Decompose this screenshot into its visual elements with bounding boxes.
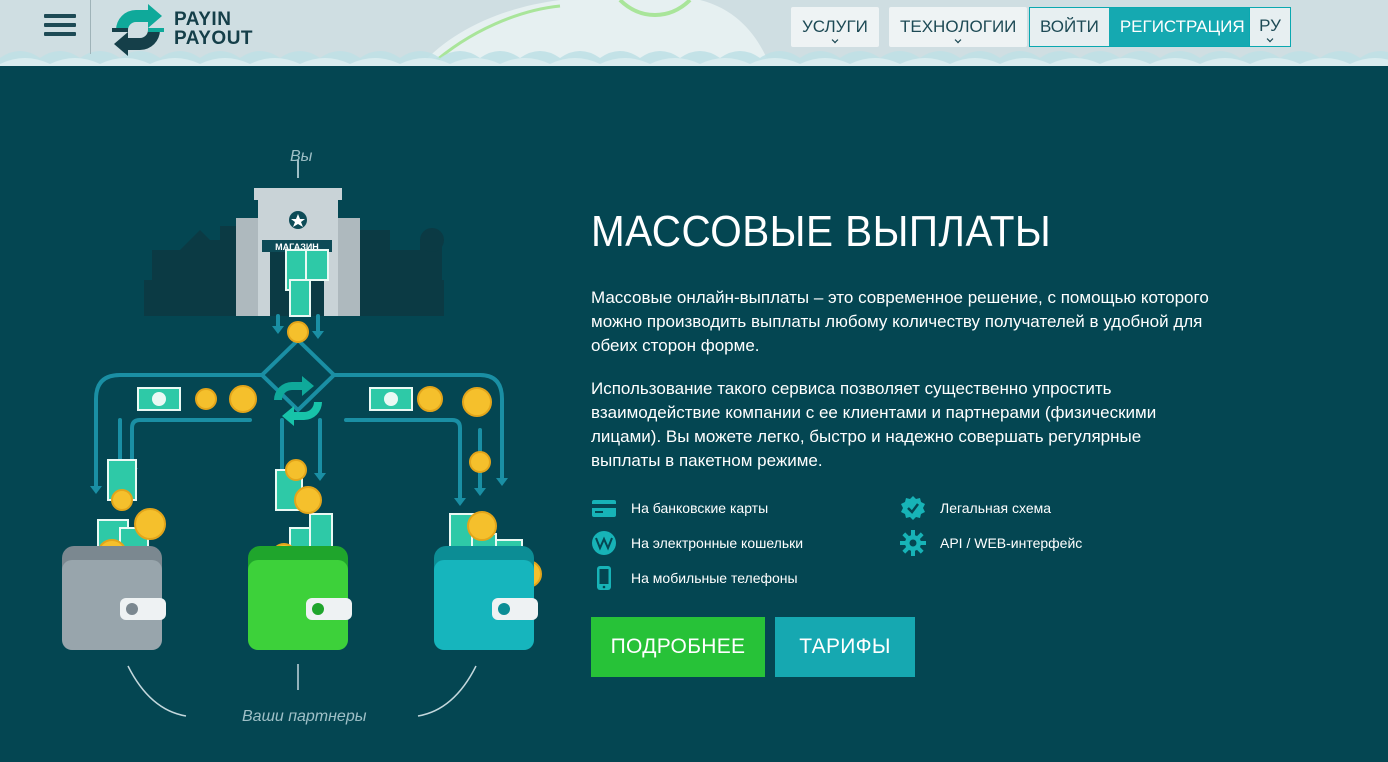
logo-arrows-icon [112, 4, 164, 56]
mass-payout-illustration: Вы Ваши партнеры МАГАЗИН [40, 130, 560, 750]
feature-legal: Легальная схема [900, 493, 1051, 523]
mobile-phone-icon [597, 566, 611, 590]
chevron-down-icon [1266, 35, 1274, 43]
description-paragraph-1: Массовые онлайн-выплаты – это современно… [591, 288, 1209, 355]
verified-badge-icon [901, 496, 925, 520]
nav-technologies-label: ТЕХНОЛОГИИ [900, 17, 1017, 36]
feature-list: На банковские карты На электронные кошел… [591, 493, 1231, 603]
site-header: PAYIN PAYOUT УСЛУГИ ТЕХНОЛОГИИ ВОЙТИ РЕГ… [0, 0, 1388, 66]
logo-line-2: PAYOUT [174, 28, 254, 49]
webmoney-icon [592, 531, 616, 555]
feature-label: Легальная схема [940, 500, 1052, 516]
page-title: МАССОВЫЕ ВЫПЛАТЫ [591, 207, 1052, 256]
nav-technologies-button[interactable]: ТЕХНОЛОГИИ [889, 7, 1028, 47]
flow-diagram: МАГАЗИН [62, 160, 542, 717]
main-content: МАССОВЫЕ ВЫПЛАТЫ Массовые онлайн-выплаты… [591, 200, 1231, 603]
feature-api: API / WEB-интерфейс [900, 528, 1082, 558]
feature-label: На мобильные телефоны [631, 570, 798, 586]
feature-label: На банковские карты [631, 500, 769, 516]
gear-icon [900, 530, 926, 556]
feature-label: API / WEB-интерфейс [940, 535, 1083, 551]
tariffs-button[interactable]: ТАРИФЫ [775, 617, 915, 677]
chevron-down-icon [954, 36, 962, 44]
cta-buttons: ПОДРОБНЕЕ ТАРИФЫ [591, 617, 915, 677]
nav-services-button[interactable]: УСЛУГИ [791, 7, 879, 47]
more-info-button[interactable]: ПОДРОБНЕЕ [591, 617, 765, 677]
header-divider [90, 0, 91, 54]
wallet-teal [434, 511, 542, 650]
feature-e-wallets: На электронные кошельки [591, 528, 803, 558]
chevron-down-icon [831, 36, 839, 44]
language-selector[interactable]: РУ [1249, 7, 1291, 47]
language-label: РУ [1259, 16, 1281, 35]
nav-services-label: УСЛУГИ [802, 17, 868, 36]
logo[interactable]: PAYIN PAYOUT [108, 4, 268, 56]
login-button[interactable]: ВОЙТИ [1030, 8, 1109, 46]
feature-bank-cards: На банковские карты [591, 493, 768, 523]
bank-card-icon [592, 500, 616, 517]
register-button[interactable]: РЕГИСТРАЦИЯ [1108, 8, 1256, 46]
menu-icon[interactable] [44, 14, 76, 40]
wallet-green [248, 459, 352, 650]
description-paragraph-2: Использование такого сервиса позволяет с… [591, 379, 1157, 470]
auth-button-group: ВОЙТИ РЕГИСТРАЦИЯ [1029, 7, 1257, 47]
logo-line-1: PAYIN [174, 9, 232, 30]
feature-mobile: На мобильные телефоны [591, 563, 798, 593]
wallet-grey [62, 459, 166, 650]
feature-label: На электронные кошельки [631, 535, 804, 551]
